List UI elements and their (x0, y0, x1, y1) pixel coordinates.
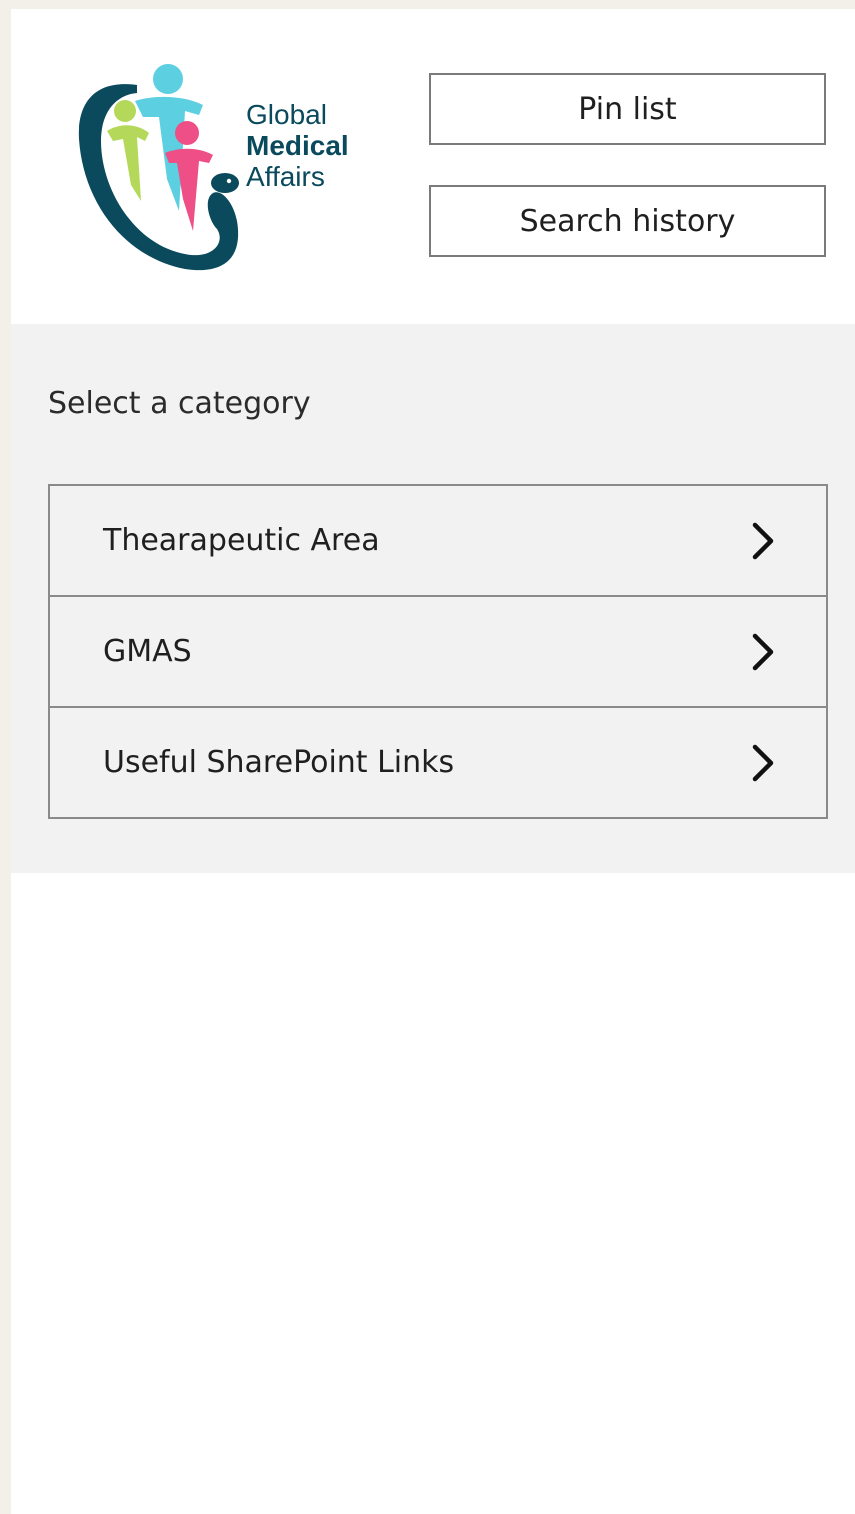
category-section: Select a category Thearapeutic Area GMAS… (11, 324, 855, 873)
category-item-label: Thearapeutic Area (103, 523, 380, 558)
logo-emblem-icon (78, 64, 239, 271)
logo-line-affairs: Affairs (246, 161, 325, 192)
logo-line-global: Global (246, 99, 327, 130)
app-panel: Global Medical Affairs Pin list Search h… (11, 9, 855, 1514)
category-item-useful-sharepoint-links[interactable]: Useful SharePoint Links (50, 706, 826, 817)
header: Global Medical Affairs Pin list Search h… (11, 9, 855, 324)
pin-list-button[interactable]: Pin list (429, 73, 826, 145)
category-item-label: Useful SharePoint Links (103, 745, 455, 780)
global-medical-affairs-logo: Global Medical Affairs (75, 61, 375, 273)
search-history-label: Search history (519, 203, 736, 239)
search-history-button[interactable]: Search history (429, 185, 826, 257)
chevron-right-icon (752, 522, 774, 559)
logo-line-medical: Medical (246, 130, 349, 161)
category-item-therapeutic-area[interactable]: Thearapeutic Area (50, 486, 826, 595)
category-heading: Select a category (48, 386, 311, 421)
category-list: Thearapeutic Area GMAS Useful SharePoint… (48, 484, 828, 819)
logo-wordmark: Global Medical Affairs (246, 99, 349, 192)
pin-list-label: Pin list (578, 91, 677, 127)
chevron-right-icon (752, 744, 774, 781)
chevron-right-icon (752, 633, 774, 670)
category-item-label: GMAS (103, 634, 192, 669)
category-item-gmas[interactable]: GMAS (50, 595, 826, 706)
